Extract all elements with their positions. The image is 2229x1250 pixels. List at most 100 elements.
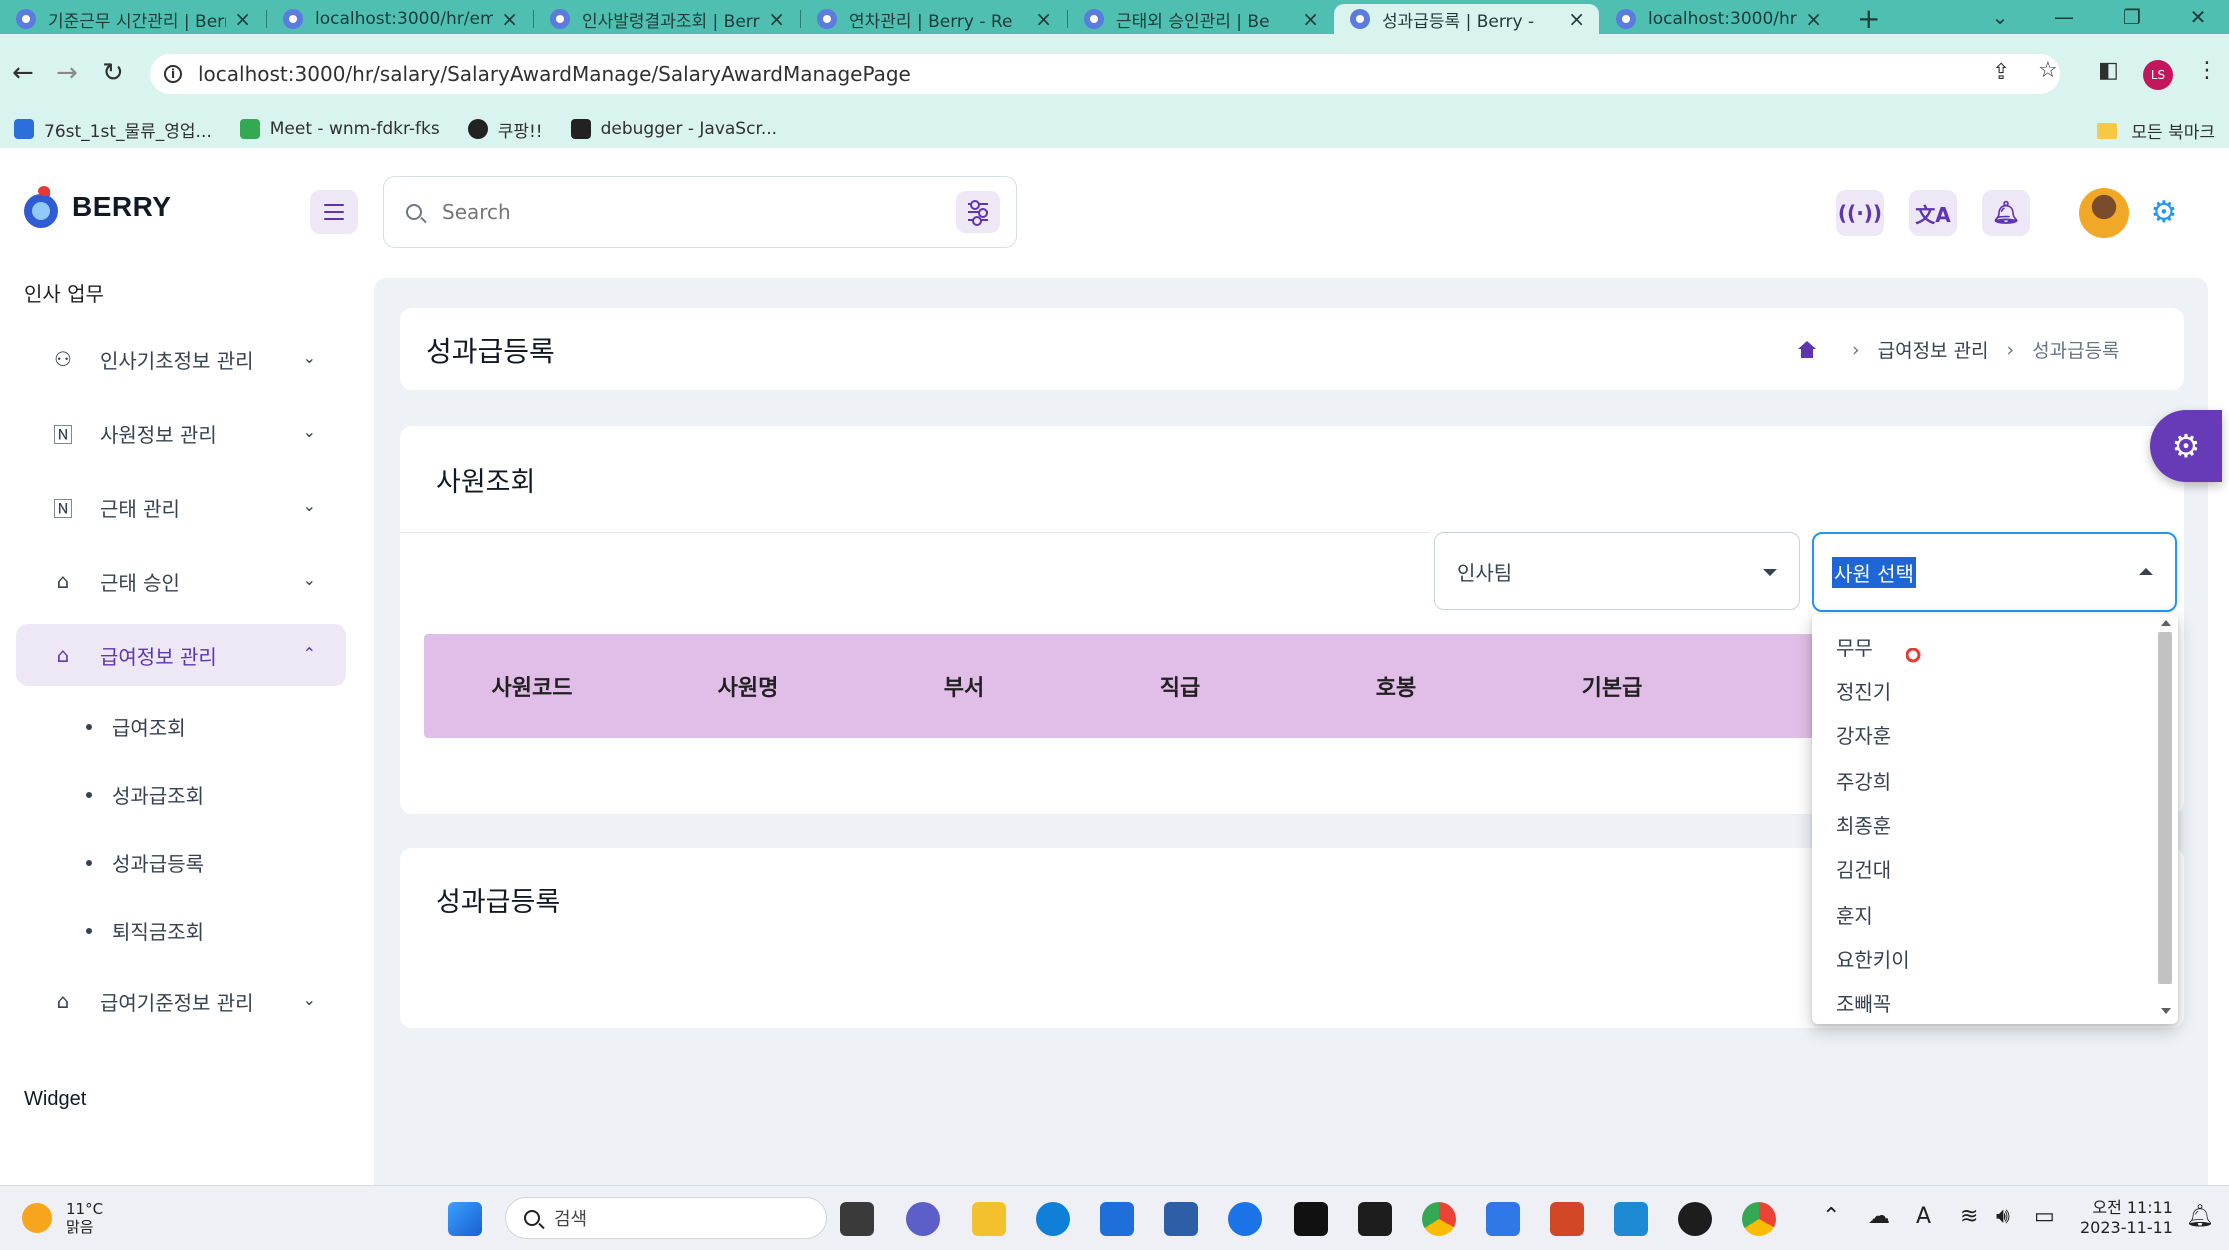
column-header[interactable]: 호봉 <box>1288 634 1504 738</box>
vscode-icon[interactable] <box>1614 1202 1648 1236</box>
broadcast-icon[interactable]: ((·)) <box>1836 190 1884 236</box>
dropdown-option[interactable]: 김건대 <box>1836 854 1891 883</box>
battery-icon[interactable]: ▭ <box>2034 1204 2055 1229</box>
sidebar-item-employee-info[interactable]: 🄽 사원정보 관리 ⌄ <box>16 402 346 464</box>
home-icon[interactable] <box>1798 340 1816 359</box>
close-tab-icon[interactable]: × <box>501 7 518 31</box>
bookmark-item[interactable]: 쿠팡!! <box>467 117 543 142</box>
volume-icon[interactable]: 🔊︎ <box>1996 1204 2010 1229</box>
dropdown-option[interactable]: 정진기 <box>1836 676 1891 705</box>
more-menu-icon[interactable]: ⋮ <box>2196 58 2218 83</box>
site-info-icon[interactable]: i <box>164 65 182 83</box>
task-view-icon[interactable] <box>840 1202 874 1236</box>
sidebar-subitem-severance-view[interactable]: 퇴직금조회 <box>86 916 204 945</box>
customize-settings-fab[interactable]: ⚙ <box>2150 410 2222 482</box>
browser-tab[interactable]: 근태외 승인관리 | Be × <box>1068 4 1333 34</box>
column-header[interactable]: 사원명 <box>640 634 856 738</box>
dropdown-option[interactable]: 요한키이 <box>1836 944 1910 973</box>
column-header[interactable]: 사원코드 <box>424 634 640 738</box>
capture-app-icon[interactable] <box>1486 1202 1520 1236</box>
dropdown-option[interactable]: 조빼꼭 <box>1836 988 1891 1017</box>
filter-settings-button[interactable] <box>956 191 1000 233</box>
employee-select[interactable]: 사원 선택 <box>1812 532 2177 612</box>
gear-icon[interactable]: ⚙ <box>2144 192 2184 232</box>
maximize-window-icon[interactable]: ❐ <box>2100 0 2164 34</box>
monitor-app-icon[interactable] <box>1100 1202 1134 1236</box>
dropdown-option[interactable]: 강자훈 <box>1836 720 1891 749</box>
file-explorer-icon[interactable] <box>972 1202 1006 1236</box>
minimize-window-icon[interactable]: — <box>2032 0 2096 34</box>
column-header[interactable]: 기본급 <box>1504 634 1720 738</box>
chrome-icon[interactable] <box>1422 1202 1456 1236</box>
cloud-icon[interactable]: ☁ <box>1868 1204 1890 1229</box>
sidebar-item-salary-info[interactable]: ⌂ 급여정보 관리 ⌃ <box>16 624 346 686</box>
brand-logo[interactable]: BERRY <box>24 186 171 228</box>
browser-tab[interactable]: 인사발령결과조회 | Berry × <box>534 4 799 34</box>
close-tab-icon[interactable]: × <box>1805 7 1822 31</box>
bookmark-item[interactable]: 76st_1st_물류_영업... <box>14 117 212 142</box>
reload-icon[interactable]: ↻ <box>102 58 124 88</box>
close-window-icon[interactable]: ✕ <box>2166 0 2229 34</box>
department-select[interactable]: 인사팀 <box>1434 532 1800 610</box>
breadcrumb-link[interactable]: 급여정보 관리 <box>1878 336 1989 363</box>
notification-icon[interactable]: 🔔︎ <box>2186 1204 2214 1229</box>
new-tab-icon[interactable]: + <box>1857 2 1880 35</box>
translate-icon[interactable]: 文A <box>1909 190 1957 236</box>
intellij-icon[interactable] <box>1358 1202 1392 1236</box>
chrome-active-icon[interactable] <box>1742 1202 1776 1236</box>
bookmark-star-icon[interactable]: ☆ <box>2038 58 2058 83</box>
back-arrow-icon[interactable]: ← <box>12 58 34 88</box>
edge-icon[interactable] <box>1036 1202 1070 1236</box>
browser-tab[interactable]: 연차관리 | Berry - Re × <box>801 4 1066 34</box>
browser-tab-active[interactable]: 성과급등록 | Berry - × <box>1334 4 1599 34</box>
browser-tab[interactable]: 기준근무 시간관리 | Berry × <box>0 4 265 34</box>
wifi-icon[interactable]: ≋ <box>1960 1204 1978 1229</box>
dropdown-option[interactable]: 주강희 <box>1836 766 1891 795</box>
sidebar-item-hr-basic[interactable]: ⚇ 인사기초정보 관리 ⌄ <box>16 328 346 390</box>
close-tab-icon[interactable]: × <box>1568 7 1585 31</box>
column-header[interactable]: 직급 <box>1072 634 1288 738</box>
tray-chevron-icon[interactable]: ⌃ <box>1822 1204 1840 1229</box>
user-avatar[interactable] <box>2079 188 2129 238</box>
dropdown-option[interactable]: 훈지 <box>1836 900 1873 929</box>
search-field[interactable] <box>383 176 1017 248</box>
store-icon[interactable] <box>1164 1202 1198 1236</box>
sidebar-item-salary-standard[interactable]: ⌂ 급여기준정보 관리 ⌄ <box>16 970 346 1032</box>
bookmark-item[interactable]: Meet - wnm-fdkr-fks <box>239 119 440 139</box>
sidebar-subitem-salary-view[interactable]: 급여조회 <box>86 712 186 741</box>
browser-tab[interactable]: localhost:3000/hr/em × <box>267 4 532 34</box>
taskbar-search[interactable]: 검색 <box>505 1197 827 1239</box>
close-tab-icon[interactable]: × <box>1302 7 1319 31</box>
chat-icon[interactable] <box>906 1202 940 1236</box>
all-bookmarks-folder[interactable]: 모든 북마크 <box>2097 118 2215 143</box>
sidebar-item-attendance-approval[interactable]: ⌂ 근태 승인 ⌄ <box>16 550 346 612</box>
powerpoint-icon[interactable] <box>1550 1202 1584 1236</box>
media-player-icon[interactable] <box>1678 1202 1712 1236</box>
search-input[interactable] <box>442 200 902 224</box>
dropdown-option[interactable]: 최종훈 <box>1836 810 1891 839</box>
x-app-icon[interactable] <box>1294 1202 1328 1236</box>
close-tab-icon[interactable]: × <box>1035 7 1052 31</box>
system-clock[interactable]: 오전 11:11 2023-11-11 <box>2080 1198 2173 1238</box>
column-header[interactable]: 부서 <box>856 634 1072 738</box>
profile-avatar[interactable]: LS <box>2143 60 2173 90</box>
dropdown-option[interactable]: 무무 <box>1836 632 1873 661</box>
sidebar-item-attendance[interactable]: 🄽 근태 관리 ⌄ <box>16 476 346 538</box>
tab-search-chevron-icon[interactable]: ⌄ <box>1968 0 2032 34</box>
menu-toggle-button[interactable] <box>310 190 358 234</box>
scroll-down-icon[interactable] <box>2161 1008 2171 1014</box>
close-tab-icon[interactable]: × <box>234 7 251 31</box>
browser-tab[interactable]: localhost:3000/hr/sa × <box>1600 4 1836 34</box>
app-arrow-icon[interactable] <box>1228 1202 1262 1236</box>
bell-icon[interactable]: 🔔︎ <box>1982 190 2030 236</box>
weather-widget[interactable]: 11°C 맑음 <box>22 1200 103 1236</box>
sidebar-subitem-bonus-view[interactable]: 성과급조회 <box>86 780 204 809</box>
share-icon[interactable]: ⇪ <box>1992 60 2010 85</box>
scroll-up-icon[interactable] <box>2161 620 2171 626</box>
ime-icon[interactable]: A <box>1916 1204 1931 1229</box>
dropdown-scrollbar[interactable] <box>2158 632 2172 984</box>
windows-start-icon[interactable] <box>448 1202 482 1236</box>
address-bar[interactable]: i localhost:3000/hr/salary/SalaryAwardMa… <box>150 54 2060 94</box>
side-panel-icon[interactable]: ◧ <box>2098 58 2119 83</box>
sidebar-subitem-bonus-register[interactable]: 성과급등록 <box>86 848 204 877</box>
